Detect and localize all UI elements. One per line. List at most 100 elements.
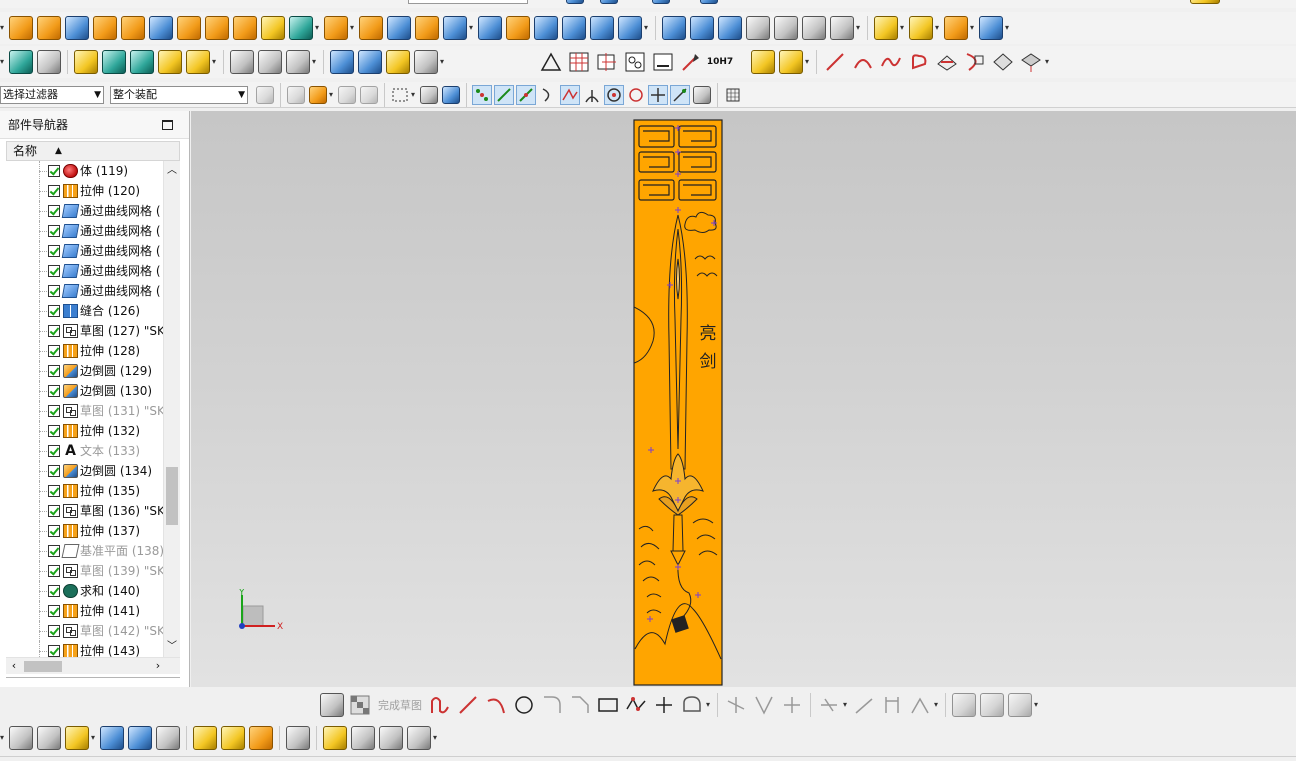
maximize-icon[interactable]: [162, 120, 173, 130]
graphics-window[interactable]: 亮 剑 Y X: [191, 111, 1296, 687]
fit-label[interactable]: 10H7: [705, 57, 735, 67]
edge-blend-icon[interactable]: [478, 16, 502, 40]
convert-reference-icon[interactable]: [1008, 693, 1032, 717]
project-curve-icon[interactable]: [935, 50, 959, 74]
visibility-checkbox[interactable]: [48, 325, 60, 337]
feature-row[interactable]: 拉伸 (132): [6, 421, 163, 441]
scroll-right-icon[interactable]: ›: [150, 658, 166, 674]
snap-center-icon[interactable]: [604, 85, 624, 105]
visibility-checkbox[interactable]: [48, 245, 60, 257]
vertical-scrollbar[interactable]: ︿ ﹀: [163, 161, 180, 657]
show-constraints-icon[interactable]: [952, 693, 976, 717]
feature-row[interactable]: 通过曲线网格 (: [6, 221, 163, 241]
sketch-icon[interactable]: [320, 693, 344, 717]
wave-dropdown[interactable]: ▾: [900, 16, 907, 40]
visibility-checkbox[interactable]: [48, 425, 60, 437]
snap-settings-icon[interactable]: [360, 86, 378, 104]
bottom-overflow-dropdown[interactable]: ▾: [0, 726, 7, 750]
visibility-checkbox[interactable]: [48, 505, 60, 517]
edit-parameter-icon[interactable]: [130, 50, 154, 74]
feature-row[interactable]: 通过曲线网格 (: [6, 281, 163, 301]
point-icon[interactable]: [652, 693, 676, 717]
line-icon[interactable]: [823, 50, 847, 74]
feature-row[interactable]: 草图 (131) "SK: [6, 401, 163, 421]
link-icon[interactable]: [323, 726, 347, 750]
feature-row[interactable]: 边倒圆 (129): [6, 361, 163, 381]
chamfer-sketch-icon[interactable]: [568, 693, 592, 717]
component-array-icon[interactable]: [221, 726, 245, 750]
move-object-icon[interactable]: [37, 50, 61, 74]
profile-icon[interactable]: [428, 693, 452, 717]
through-curves-icon[interactable]: [662, 16, 686, 40]
layer-settings-icon[interactable]: [979, 16, 1003, 40]
visibility-checkbox[interactable]: [48, 485, 60, 497]
visibility-checkbox[interactable]: [48, 345, 60, 357]
explode-view-icon[interactable]: [156, 726, 180, 750]
scroll-up-icon[interactable]: ︿: [164, 163, 180, 179]
visibility-checkbox[interactable]: [48, 265, 60, 277]
symbol-icon[interactable]: [623, 50, 647, 74]
isoparametric-icon[interactable]: [1019, 50, 1043, 74]
assembly-icon[interactable]: [751, 50, 775, 74]
feature-row[interactable]: 边倒圆 (134): [6, 461, 163, 481]
draft-icon[interactable]: [534, 16, 558, 40]
measure-dropdown[interactable]: ▾: [935, 16, 942, 40]
patch-dropdown[interactable]: ▾: [644, 16, 651, 40]
bounded-plane-icon[interactable]: [830, 16, 854, 40]
snap-icon[interactable]: [338, 86, 356, 104]
snap-line-icon[interactable]: [494, 85, 514, 105]
patch-icon[interactable]: [618, 16, 642, 40]
roll-icon[interactable]: [386, 50, 410, 74]
sketch-line-icon[interactable]: [456, 693, 480, 717]
packaging-dropdown[interactable]: ▾: [433, 726, 440, 750]
wrap-curve-icon[interactable]: [991, 50, 1015, 74]
thread-icon[interactable]: [330, 50, 354, 74]
select-dropdown[interactable]: ▾: [329, 83, 336, 107]
chamfer-icon[interactable]: [506, 16, 530, 40]
pmi-icon[interactable]: [595, 50, 619, 74]
orient-icon[interactable]: [652, 0, 670, 4]
feature-row[interactable]: 拉伸 (143): [6, 641, 163, 657]
block-icon[interactable]: [65, 16, 89, 40]
rectangle-icon[interactable]: [596, 693, 620, 717]
spring-icon[interactable]: [358, 50, 382, 74]
select-settings-icon[interactable]: [256, 86, 274, 104]
snap-tangent-icon[interactable]: [670, 85, 690, 105]
gc-dropdown[interactable]: ▾: [440, 50, 447, 74]
measure-distance-icon[interactable]: [909, 16, 933, 40]
visibility-checkbox[interactable]: [48, 365, 60, 377]
feature-row[interactable]: 体 (119): [6, 161, 163, 181]
feature-row[interactable]: 拉伸 (141): [6, 601, 163, 621]
sequence-icon[interactable]: [379, 726, 403, 750]
scrollbar-thumb[interactable]: [24, 661, 62, 672]
rapid-dimension-icon[interactable]: [852, 693, 876, 717]
snap-midpoint-icon[interactable]: [516, 85, 536, 105]
polygon-icon[interactable]: [624, 693, 648, 717]
command-search-field[interactable]: [408, 0, 528, 4]
feature-select-icon[interactable]: [309, 86, 327, 104]
thicken-dropdown[interactable]: ▾: [469, 16, 476, 40]
mirror-body-icon[interactable]: [258, 50, 282, 74]
visibility-checkbox[interactable]: [48, 205, 60, 217]
feature-row[interactable]: 草图 (139) "SK: [6, 561, 163, 581]
edit-dropdown[interactable]: ▾: [212, 50, 219, 74]
wave-linker-icon[interactable]: [874, 16, 898, 40]
add-component-dropdown[interactable]: ▾: [91, 726, 98, 750]
mirror-assembly-icon[interactable]: [128, 726, 152, 750]
sketch-tools-dropdown[interactable]: ▾: [1034, 693, 1041, 717]
visibility-checkbox[interactable]: [48, 585, 60, 597]
shell-dropdown[interactable]: ▾: [350, 16, 357, 40]
offset-sketch-icon[interactable]: [680, 693, 704, 717]
visibility-checkbox[interactable]: [48, 165, 60, 177]
finish-sketch-icon[interactable]: [348, 693, 372, 717]
visibility-checkbox[interactable]: [48, 525, 60, 537]
pattern-feature-icon[interactable]: [233, 16, 257, 40]
section-view-icon[interactable]: [944, 16, 968, 40]
snap-intersection-icon[interactable]: [560, 85, 580, 105]
visibility-checkbox[interactable]: [48, 605, 60, 617]
feature-row[interactable]: 求和 (140): [6, 581, 163, 601]
feature-row[interactable]: 拉伸 (120): [6, 181, 163, 201]
assembly-scope-select[interactable]: 整个装配 ▼: [110, 86, 248, 104]
finish-sketch-button[interactable]: 完成草图: [378, 697, 422, 713]
feature-row[interactable]: 通过曲线网格 (: [6, 241, 163, 261]
